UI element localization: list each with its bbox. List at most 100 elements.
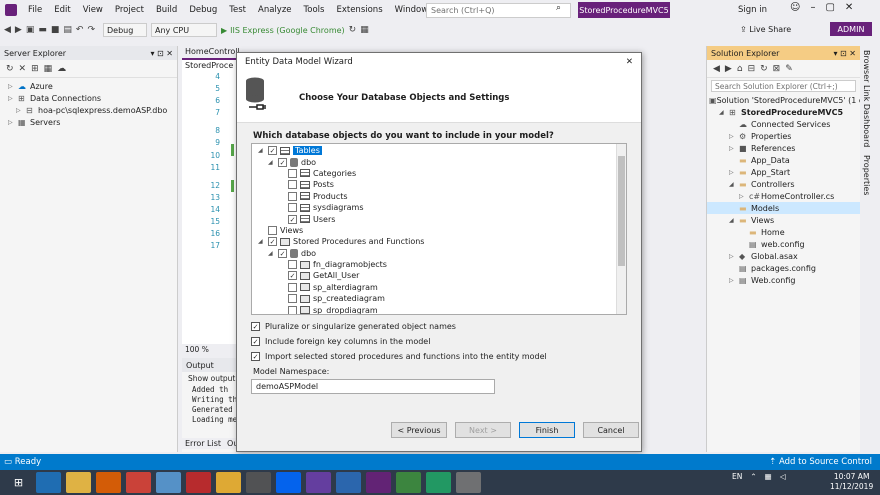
option-checkbox[interactable]: ✓: [251, 322, 260, 331]
expand-icon[interactable]: ▷: [8, 119, 18, 126]
object-checkbox[interactable]: ✓: [268, 146, 277, 156]
connect-db-icon[interactable]: ⊞: [31, 64, 39, 74]
previous-button[interactable]: < Previous: [391, 422, 447, 438]
solution-item[interactable]: ▣ Solution 'StoredProcedureMVC5' (1 of: [707, 94, 867, 106]
connect-server-icon[interactable]: ▦: [44, 64, 53, 74]
db-object-row[interactable]: ◢ ✓ dbo: [252, 248, 626, 259]
collapse-icon[interactable]: ⊠: [773, 64, 781, 74]
solution-item[interactable]: ▬ Models: [707, 202, 860, 214]
tree-scrollbar[interactable]: [616, 144, 626, 314]
sync-icon[interactable]: ↻: [760, 64, 768, 74]
output-tab[interactable]: Error List: [182, 438, 225, 449]
object-checkbox[interactable]: [288, 305, 297, 314]
menu-item-debug[interactable]: Debug: [183, 5, 223, 15]
tray-arrow-icon[interactable]: ⌃: [750, 472, 756, 481]
expand-icon[interactable]: ▷: [729, 145, 739, 152]
taskbar-app-icon[interactable]: [246, 472, 271, 493]
db-object-row[interactable]: ✓ Users: [252, 213, 626, 224]
solution-item[interactable]: ▤ web.config: [707, 238, 860, 250]
solution-item[interactable]: ◢ ▬ Controllers: [707, 178, 860, 190]
object-checkbox[interactable]: ✓: [288, 271, 297, 281]
solution-item[interactable]: ▬ Home: [707, 226, 860, 238]
next-button[interactable]: Next >: [455, 422, 511, 438]
start-icon[interactable]: ⊞: [6, 472, 31, 493]
taskbar-app-icon[interactable]: [36, 472, 61, 493]
taskbar-app-icon[interactable]: [66, 472, 91, 493]
expand-icon[interactable]: ◢: [268, 250, 278, 257]
db-object-row[interactable]: sp_dropdiagram: [252, 304, 626, 314]
close-icon[interactable]: ✕: [845, 2, 853, 13]
solution-item[interactable]: ▷ c# HomeController.cs: [707, 190, 860, 202]
db-object-row[interactable]: sysdiagrams: [252, 202, 626, 213]
expand-icon[interactable]: ▷: [739, 193, 749, 200]
solution-item[interactable]: ☁ Connected Services: [707, 118, 860, 130]
side-tab[interactable]: Properties: [860, 151, 873, 199]
solution-item[interactable]: ▷ ▬ App_Start: [707, 166, 860, 178]
live-share-button[interactable]: ⇪ Live Share: [740, 25, 791, 34]
quick-search-input[interactable]: Search (Ctrl+Q): [426, 3, 571, 18]
new-project-icon[interactable]: ▣: [26, 25, 35, 35]
taskbar-app-icon[interactable]: [156, 472, 181, 493]
expand-icon[interactable]: ▷: [729, 169, 739, 176]
object-checkbox[interactable]: [288, 180, 297, 190]
tab-home-controller[interactable]: HomeControlle: [182, 46, 240, 58]
keyboard-language[interactable]: EN: [732, 472, 742, 481]
taskbar-app-icon[interactable]: [336, 472, 361, 493]
object-checkbox[interactable]: [288, 168, 297, 178]
menu-item-project[interactable]: Project: [109, 5, 150, 15]
solution-item[interactable]: ▷ ■ References: [707, 142, 860, 154]
run-button[interactable]: ▶ IIS Express (Google Chrome): [221, 26, 345, 35]
undo-icon[interactable]: ↶: [76, 25, 84, 35]
solution-item[interactable]: ▬ App_Data: [707, 154, 860, 166]
expand-icon[interactable]: ◢: [719, 109, 729, 116]
db-object-row[interactable]: Products: [252, 191, 626, 202]
redo-icon[interactable]: ↷: [87, 25, 95, 35]
menu-item-test[interactable]: Test: [223, 5, 252, 15]
expand-icon[interactable]: ▷: [729, 277, 739, 284]
expand-icon[interactable]: ▷: [8, 83, 18, 90]
finish-button[interactable]: Finish: [519, 422, 575, 438]
menu-item-build[interactable]: Build: [150, 5, 183, 15]
db-object-row[interactable]: Posts: [252, 179, 626, 190]
db-object-row[interactable]: sp_alterdiagram: [252, 282, 626, 293]
tree-item[interactable]: ▷ ▦ Servers: [0, 116, 177, 128]
taskbar-app-icon[interactable]: [396, 472, 421, 493]
object-checkbox[interactable]: [288, 203, 297, 213]
clock[interactable]: 10:07 AM 11/12/2019: [830, 472, 873, 492]
save-icon[interactable]: ■: [51, 25, 60, 35]
taskbar-app-icon[interactable]: [306, 472, 331, 493]
menu-item-extensions[interactable]: Extensions: [330, 5, 388, 15]
object-checkbox[interactable]: [288, 294, 297, 304]
expand-icon[interactable]: ◢: [268, 159, 278, 166]
back-icon[interactable]: ◀: [4, 25, 11, 35]
solution-item[interactable]: ▷ ⚙ Properties: [707, 130, 860, 142]
expand-icon[interactable]: ▷: [729, 133, 739, 140]
tree-item[interactable]: ▷ ☁ Azure: [0, 80, 177, 92]
taskbar-app-icon[interactable]: [276, 472, 301, 493]
menu-item-tools[interactable]: Tools: [298, 5, 331, 15]
source-control-button[interactable]: ⇡ Add to Source Control: [769, 457, 880, 467]
db-object-row[interactable]: sp_creatediagram: [252, 293, 626, 304]
maximize-icon[interactable]: ▢: [825, 2, 834, 13]
azure-icon[interactable]: ☁: [57, 64, 66, 74]
taskbar-app-icon[interactable]: [426, 472, 451, 493]
tab-stored-procedure[interactable]: StoredProce: [182, 58, 240, 70]
network-icon[interactable]: ▦: [765, 472, 772, 481]
taskbar-app-icon[interactable]: [186, 472, 211, 493]
config-select[interactable]: Debug: [103, 23, 147, 37]
solution-item[interactable]: ◢ ▬ Views: [707, 214, 860, 226]
refresh-icon[interactable]: ↻: [6, 64, 14, 74]
scrollbar-thumb[interactable]: [618, 156, 625, 266]
forward-icon[interactable]: ▶: [15, 25, 22, 35]
option-row[interactable]: ✓ Pluralize or singularize generated obje…: [251, 319, 547, 334]
object-checkbox[interactable]: [268, 225, 277, 235]
sign-in-link[interactable]: Sign in: [738, 5, 767, 15]
settings-icon[interactable]: ✎: [785, 64, 793, 74]
zoom-level[interactable]: 100 %: [182, 344, 240, 356]
back-icon[interactable]: ◀: [713, 64, 720, 74]
taskbar-app-icon[interactable]: [216, 472, 241, 493]
option-row[interactable]: ✓ Include foreign key columns in the mode…: [251, 334, 547, 349]
expand-icon[interactable]: ▷: [729, 253, 739, 260]
home-icon[interactable]: ⌂: [737, 64, 743, 74]
platform-select[interactable]: Any CPU: [151, 23, 217, 37]
